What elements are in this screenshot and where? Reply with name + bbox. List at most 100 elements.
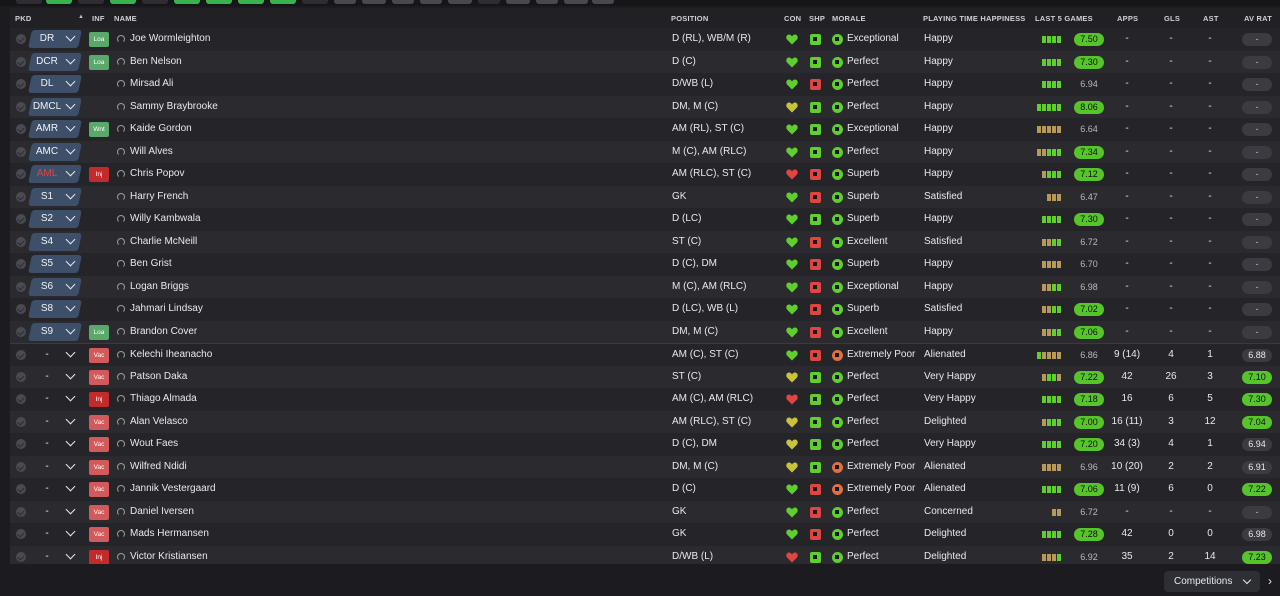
- top-tab-15[interactable]: [448, 0, 472, 4]
- pick-checkbox[interactable]: [16, 416, 26, 427]
- info-badge[interactable]: Vac: [89, 504, 109, 520]
- top-tab-18[interactable]: [536, 0, 558, 4]
- header-con[interactable]: CON: [784, 14, 801, 23]
- top-tab-14[interactable]: [420, 0, 442, 4]
- info-badge[interactable]: Inj: [89, 167, 109, 182]
- header-morale[interactable]: MORALE: [832, 14, 866, 23]
- header-inf[interactable]: INF: [92, 14, 105, 23]
- pick-checkbox[interactable]: [16, 236, 26, 247]
- header-position[interactable]: POSITION: [671, 14, 708, 23]
- info-badge[interactable]: Inj: [89, 392, 109, 407]
- pick-checkbox[interactable]: [16, 191, 26, 202]
- table-row[interactable]: S8 Jahmari Lindsay D (LC), WB (L) Superb Sat…: [10, 298, 1280, 321]
- pick-checkbox[interactable]: [16, 34, 26, 44]
- table-row[interactable]: - Vac Patson Daka ST (C) Perfect Very Happy 7.…: [10, 365, 1280, 388]
- info-badge[interactable]: Vac: [89, 459, 109, 475]
- info-badge[interactable]: Loa: [89, 54, 109, 70]
- chevron-right-icon[interactable]: ›: [1268, 575, 1276, 587]
- top-tab-2[interactable]: [46, 0, 72, 4]
- header-gls[interactable]: GLS: [1164, 14, 1180, 23]
- info-badge[interactable]: Inj: [89, 549, 109, 564]
- info-badge[interactable]: Vac: [89, 348, 109, 363]
- pick-checkbox[interactable]: [16, 101, 26, 112]
- pick-checkbox[interactable]: [16, 79, 26, 89]
- pick-checkbox[interactable]: [16, 56, 26, 67]
- pick-checkbox[interactable]: [16, 169, 26, 179]
- table-row[interactable]: S1 Harry French GK Superb Satisfied 6.47 - - - -: [10, 185, 1280, 209]
- table-row[interactable]: - Vac Mads Hermansen GK Perfect Delighted 7.28…: [10, 523, 1280, 546]
- table-row[interactable]: DR Loa Joe Wormleighton D (RL), WB/M (R) Exc…: [10, 28, 1280, 51]
- pick-checkbox[interactable]: [16, 506, 26, 517]
- header-avrat[interactable]: AV RAT: [1244, 14, 1272, 23]
- player-name[interactable]: Kelechi Iheanacho: [130, 344, 212, 367]
- top-tab-19[interactable]: [564, 0, 588, 4]
- pick-checkbox[interactable]: [16, 281, 26, 292]
- player-name[interactable]: Wilfred Ndidi: [130, 456, 187, 479]
- player-name[interactable]: Mads Hermansen: [130, 523, 209, 546]
- pick-checkbox[interactable]: [16, 214, 26, 224]
- info-badge[interactable]: Loa: [89, 32, 109, 47]
- pick-checkbox[interactable]: [16, 124, 26, 134]
- top-tab-11[interactable]: [334, 0, 356, 4]
- competitions-dropdown[interactable]: Competitions: [1164, 571, 1260, 592]
- info-badge[interactable]: Vac: [89, 437, 109, 452]
- player-name[interactable]: Will Alves: [130, 141, 173, 164]
- pick-checkbox[interactable]: [16, 146, 26, 157]
- top-tab-4[interactable]: [110, 0, 136, 4]
- table-row[interactable]: - Inj Victor Kristiansen D/WB (L) Perfect Del…: [10, 545, 1280, 564]
- player-name[interactable]: Charlie McNeill: [130, 231, 197, 254]
- header-pkd[interactable]: PKD: [15, 14, 31, 23]
- top-tab-8[interactable]: [238, 0, 264, 4]
- table-row[interactable]: - Vac Wout Faes D (C), DM Perfect Very Happy 7…: [10, 433, 1280, 456]
- header-shp[interactable]: SHP: [809, 14, 825, 23]
- pick-checkbox[interactable]: [16, 259, 26, 269]
- table-row[interactable]: - Vac Jannik Vestergaard D (C) Extremely Poo…: [10, 478, 1280, 501]
- player-name[interactable]: Ben Nelson: [130, 51, 182, 74]
- pick-checkbox[interactable]: [16, 461, 26, 472]
- pick-checkbox[interactable]: [16, 304, 26, 314]
- header-happiness[interactable]: PLAYING TIME HAPPINESS: [923, 14, 1025, 23]
- top-tab-12[interactable]: [362, 0, 386, 4]
- top-tab-9[interactable]: [270, 0, 296, 4]
- info-badge[interactable]: Loa: [89, 324, 109, 340]
- table-row[interactable]: DCR Loa Ben Nelson D (C) Perfect Happy 7.30 - - -…: [10, 50, 1280, 74]
- pick-checkbox[interactable]: [16, 394, 26, 404]
- pick-checkbox[interactable]: [16, 551, 26, 562]
- table-row[interactable]: S5 Ben Grist D (C), DM Superb Happy 6.70 - - - -: [10, 253, 1280, 276]
- info-badge[interactable]: Vac: [89, 482, 109, 497]
- table-row[interactable]: - Vac Alan Velasco AM (RLC), ST (C) Perfect D…: [10, 410, 1280, 434]
- top-tab-16[interactable]: [478, 0, 500, 4]
- player-name[interactable]: Jahmari Lindsay: [130, 298, 203, 321]
- top-tab-7[interactable]: [206, 0, 232, 4]
- info-badge[interactable]: Wnt: [89, 122, 109, 137]
- top-tab-3[interactable]: [78, 0, 104, 4]
- player-name[interactable]: Harry French: [130, 186, 188, 209]
- player-name[interactable]: Logan Briggs: [130, 276, 189, 299]
- player-name[interactable]: Alan Velasco: [130, 411, 188, 434]
- pick-checkbox[interactable]: [16, 484, 26, 494]
- header-apps[interactable]: APPS: [1117, 14, 1138, 23]
- header-name[interactable]: NAME: [114, 14, 137, 23]
- player-name[interactable]: Brandon Cover: [130, 321, 197, 344]
- pick-checkbox[interactable]: [16, 371, 26, 382]
- top-tab-17[interactable]: [506, 0, 530, 4]
- player-name[interactable]: Thiago Almada: [130, 388, 197, 411]
- top-tab-10[interactable]: [302, 0, 328, 4]
- pick-checkbox[interactable]: [16, 529, 26, 539]
- table-row[interactable]: S9 Loa Brandon Cover DM, M (C) Excellent Happ…: [10, 320, 1280, 344]
- table-row[interactable]: AMR Wnt Kaide Gordon AM (RL), ST (C) Excepti…: [10, 118, 1280, 141]
- player-name[interactable]: Sammy Braybrooke: [130, 96, 218, 119]
- table-row[interactable]: - Vac Daniel Iversen GK Perfect Concerned 6.72…: [10, 500, 1280, 523]
- top-tab-5[interactable]: [142, 0, 168, 4]
- table-row[interactable]: DL Mirsad Ali D/WB (L) Perfect Happy 6.94 - - - -: [10, 73, 1280, 96]
- player-name[interactable]: Joe Wormleighton: [130, 28, 210, 51]
- sort-asc-icon[interactable]: ▲: [78, 14, 84, 20]
- header-last5[interactable]: LAST 5 GAMES: [1035, 14, 1093, 23]
- player-name[interactable]: Willy Kambwala: [130, 208, 201, 231]
- player-name[interactable]: Wout Faes: [130, 433, 178, 456]
- table-row[interactable]: - Inj Thiago Almada AM (C), AM (RLC) Perfect…: [10, 388, 1280, 411]
- pick-checkbox[interactable]: [16, 439, 26, 449]
- info-badge[interactable]: Vac: [89, 527, 109, 542]
- info-badge[interactable]: Vac: [89, 414, 109, 430]
- info-badge[interactable]: Vac: [89, 369, 109, 385]
